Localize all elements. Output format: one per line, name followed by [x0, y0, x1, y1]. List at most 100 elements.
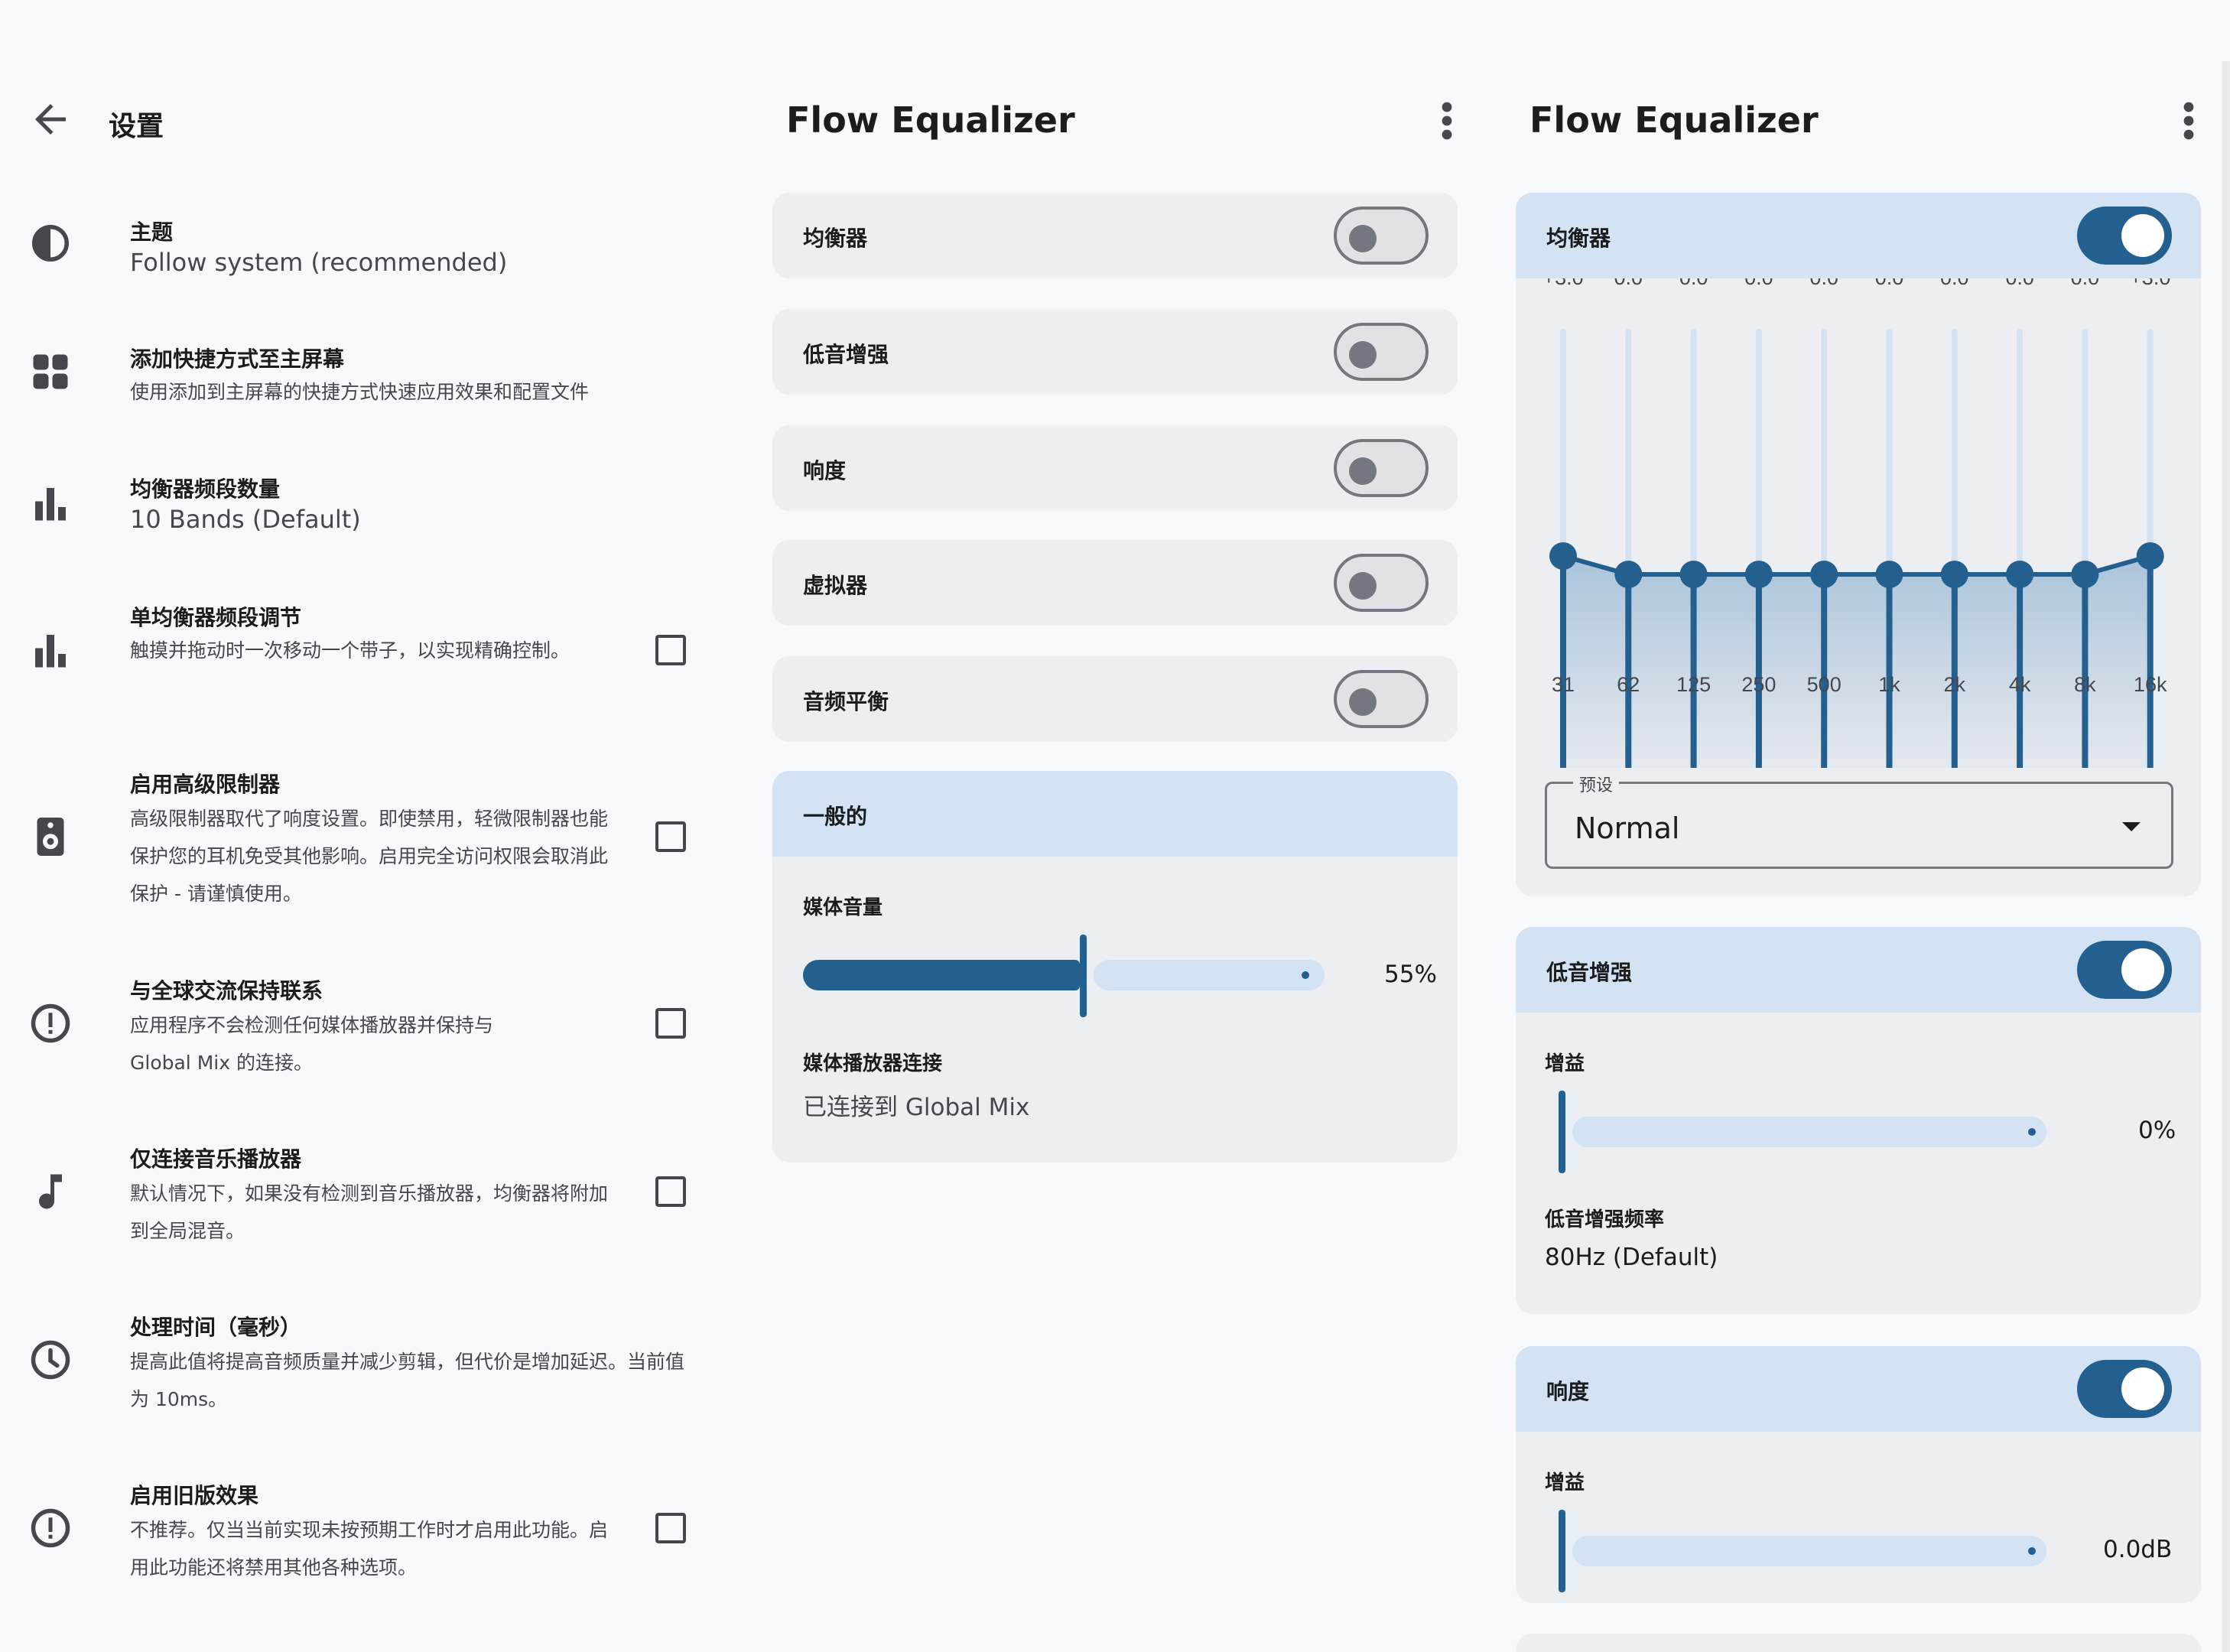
- eq-band-label: 2k: [1944, 673, 1966, 696]
- eq-gain-label: 0.0: [2005, 278, 2034, 289]
- eq-curve: [1562, 554, 2151, 577]
- loudness-gain-label: 增益: [1545, 1472, 1585, 1494]
- player-connection-label: 媒体播放器连接: [803, 1052, 943, 1075]
- setting-description: 触摸并拖动时一次移动一个带子，以实现精确控制。: [130, 639, 571, 662]
- eq-band-knob: [1744, 561, 1773, 588]
- equalizer-switch[interactable]: [1334, 206, 1429, 265]
- toggle-label: 音频平衡: [803, 689, 889, 714]
- setting-description: 应用程序不会检测任何媒体播放器并保持与 Global Mix 的连接。: [130, 1014, 494, 1074]
- slider-handle[interactable]: [1559, 1091, 1565, 1173]
- audio-balance-switch[interactable]: [1334, 670, 1429, 728]
- setting-title: 与全球交流保持联系: [130, 978, 323, 1003]
- slider-end-dot: [2028, 1547, 2036, 1555]
- setting-title: 启用旧版效果: [130, 1483, 259, 1508]
- eq-band-knob: [2136, 542, 2164, 570]
- slider-end-dot: [2028, 1128, 2036, 1136]
- switch-knob: [2121, 1367, 2164, 1410]
- virtualizer-switch[interactable]: [1334, 554, 1429, 612]
- setting-title: 主题: [130, 220, 174, 245]
- eq-gain-label: 0.0: [1940, 278, 1969, 289]
- loudness-card: 响度 增益 0.0dB: [1516, 1346, 2201, 1603]
- music-only-checkbox[interactable]: [655, 1176, 686, 1207]
- setting-title: 单均衡器频段调节: [130, 605, 302, 630]
- bass-boost-switch[interactable]: [2077, 941, 2172, 999]
- eq-gain-label: 0.0: [1679, 278, 1708, 289]
- loudness-switch[interactable]: [1334, 439, 1429, 497]
- switch-knob: [1349, 457, 1377, 485]
- eq-gain-label: 0.0: [1614, 278, 1643, 289]
- bass-boost-header[interactable]: 低音增强: [1516, 927, 2201, 1013]
- slider-inactive-track: [1094, 960, 1325, 990]
- bass-boost-row[interactable]: 低音增强: [772, 309, 1458, 395]
- setting-value: Follow system (recommended): [130, 248, 508, 277]
- toggle-label: 响度: [803, 458, 847, 483]
- more-vert-icon[interactable]: [2173, 98, 2204, 144]
- eq-band-label: 1k: [1878, 673, 1900, 696]
- app-title: Flow Equalizer: [786, 99, 1075, 141]
- legacy-effects-checkbox[interactable]: [655, 1513, 686, 1543]
- bass-boost-card: 低音增强 增益 0% 低音增强频率 80Hz (Default): [1516, 927, 2201, 1314]
- preset-label: 预设: [1573, 772, 1620, 796]
- equalizer-switch[interactable]: [2077, 206, 2172, 265]
- eq-gain-label: 0.0: [2071, 278, 2100, 289]
- slider-handle[interactable]: [1080, 935, 1087, 1017]
- slider-handle[interactable]: [1559, 1510, 1565, 1592]
- setting-value: 10 Bands (Default): [130, 505, 361, 534]
- single-band-checkbox[interactable]: [655, 635, 686, 665]
- eq-area: [1563, 556, 2150, 768]
- eq-band-knob: [1679, 561, 1708, 588]
- next-card: [1516, 1634, 2201, 1652]
- virtualizer-row[interactable]: 虚拟器: [772, 540, 1458, 626]
- setting-description: 不推荐。仅当当前实现未按预期工作时才启用此功能。启用此功能还将禁用其他各种选项。: [130, 1519, 609, 1579]
- slider-active-track: [803, 960, 1080, 990]
- loudness-switch[interactable]: [2077, 1360, 2172, 1418]
- app-title: Flow Equalizer: [1529, 99, 1819, 141]
- alert-icon: [31, 1003, 70, 1043]
- bass-boost-switch[interactable]: [1334, 323, 1429, 381]
- eq-band-label: 500: [1807, 673, 1842, 696]
- media-volume-value: 55%: [1384, 961, 1437, 988]
- setting-description: 默认情况下，如果没有检测到音乐播放器，均衡器将附加到全局混音。: [130, 1182, 609, 1242]
- switch-knob: [1349, 688, 1377, 716]
- bass-freq-label: 低音增强频率: [1545, 1208, 1665, 1231]
- bass-boost-title: 低音增强: [1546, 960, 1633, 985]
- loudness-row[interactable]: 响度: [772, 425, 1458, 511]
- preset-value: Normal: [1575, 811, 1680, 845]
- eq-band-label: 31: [1552, 673, 1575, 696]
- scrollbar[interactable]: [2222, 61, 2230, 1652]
- equalizer-graph[interactable]: +3.0 31 0.0 62 0.0 125 0.0 250 0.0 500 0.0 1k 0.0 2k 0…: [1516, 278, 2201, 768]
- switch-knob: [1349, 572, 1377, 600]
- eq-band-label: 125: [1676, 673, 1711, 696]
- bass-gain-label: 增益: [1545, 1052, 1585, 1075]
- setting-title: 启用高级限制器: [130, 772, 281, 797]
- equalizer-row[interactable]: 均衡器: [772, 193, 1458, 278]
- loudness-header[interactable]: 响度: [1516, 1346, 2201, 1432]
- general-card: 一般的 媒体音量 55% 媒体播放器连接 已连接到 Global Mix: [772, 771, 1458, 1163]
- media-volume-label: 媒体音量: [803, 896, 883, 919]
- eq-gain-label: 0.0: [1744, 278, 1773, 289]
- clock-icon: [31, 1340, 70, 1380]
- preset-dropdown[interactable]: 预设 Normal: [1545, 772, 2173, 869]
- eq-gain-label: 0.0: [1809, 278, 1838, 289]
- eq-band-knob: [1940, 561, 1968, 588]
- dropdown-arrow-icon: [2122, 822, 2141, 831]
- limiter-checkbox[interactable]: [655, 821, 686, 852]
- setting-description: 提高此值将提高音频质量并减少剪辑，但代价是增加延迟。当前值为 10ms。: [130, 1351, 685, 1410]
- setting-title: 均衡器频段数量: [130, 476, 281, 502]
- back-arrow-icon[interactable]: [28, 96, 73, 142]
- alert-icon: [31, 1508, 70, 1548]
- eq-band-knob: [1549, 542, 1577, 570]
- eq-band-knob: [2071, 561, 2099, 588]
- equalizer-card: 均衡器 +3.0 31 0.0 62 0.0 125 0.0 250 0.0 500 0.0 1k 0.…: [1516, 193, 2201, 896]
- global-mix-checkbox[interactable]: [655, 1008, 686, 1039]
- switch-knob: [2121, 948, 2164, 991]
- general-title: 一般的: [803, 804, 868, 829]
- eq-band-knob: [2006, 561, 2034, 588]
- more-vert-icon[interactable]: [1432, 98, 1462, 144]
- bar-chart-icon: [35, 635, 66, 668]
- toggle-label: 低音增强: [803, 342, 889, 367]
- bass-freq-value[interactable]: 80Hz (Default): [1545, 1244, 1718, 1271]
- equalizer-header[interactable]: 均衡器: [1516, 193, 2201, 278]
- setting-title: 添加快捷方式至主屏幕: [130, 346, 345, 372]
- audio-balance-row[interactable]: 音频平衡: [772, 656, 1458, 742]
